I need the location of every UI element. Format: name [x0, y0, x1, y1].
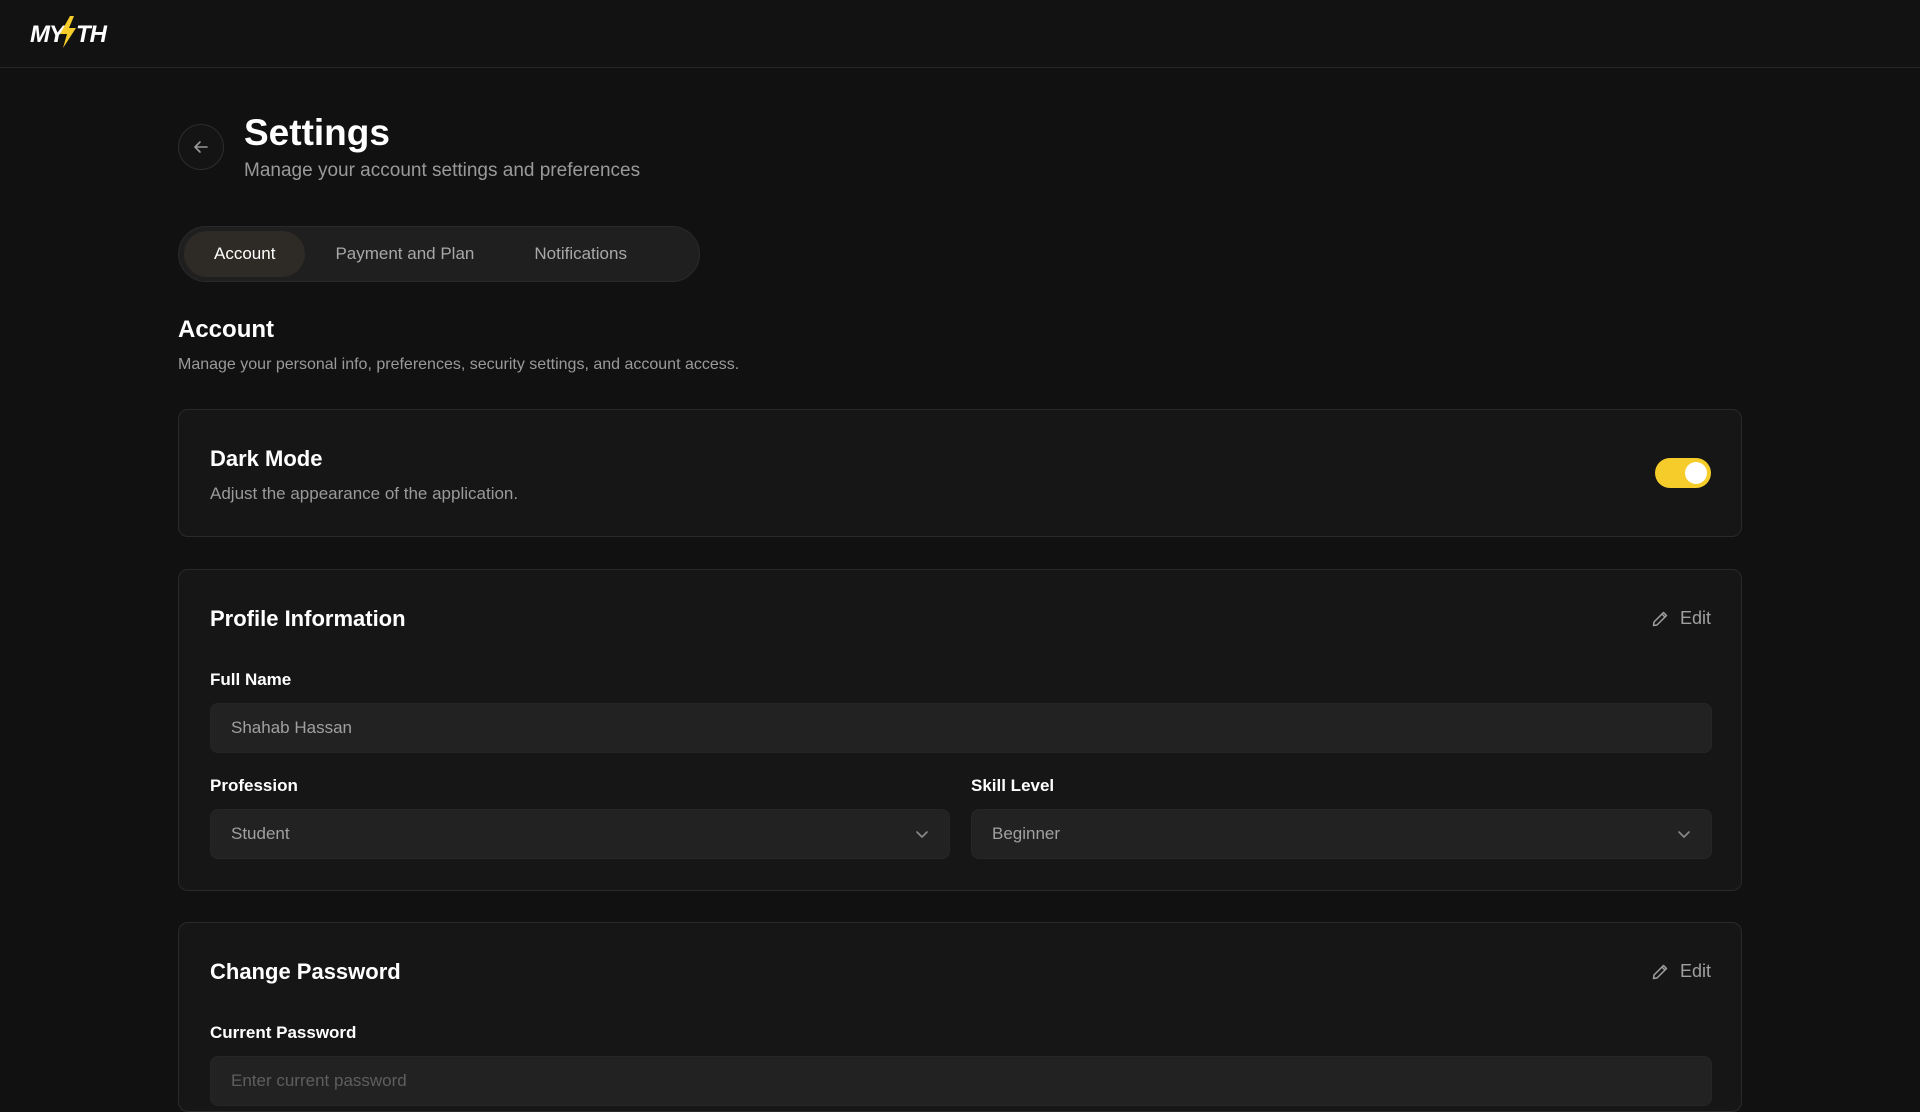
- myth-logo[interactable]: MY TH: [30, 14, 110, 50]
- change-password-title: Change Password: [210, 959, 401, 984]
- page-subtitle: Manage your account settings and prefere…: [244, 160, 641, 181]
- svg-text:TH: TH: [76, 21, 108, 48]
- svg-text:MY: MY: [30, 21, 67, 48]
- current-password-label: Current Password: [210, 1023, 357, 1042]
- pencil-icon: [1652, 964, 1668, 979]
- tab-account[interactable]: Account: [184, 231, 306, 277]
- chevron-down-icon: [916, 831, 928, 838]
- full-name-value: Shahab Hassan: [231, 718, 352, 737]
- skill-level-value: Beginner: [992, 824, 1061, 843]
- current-password-placeholder: Enter current password: [231, 1071, 407, 1090]
- current-password-field[interactable]: Enter current password: [210, 1056, 1712, 1106]
- top-bar: MY TH: [0, 0, 1920, 68]
- profession-select[interactable]: Student: [210, 809, 950, 859]
- profile-edit-label: Edit: [1679, 608, 1711, 628]
- dark-mode-card: Dark Mode Adjust the appearance of the a…: [178, 409, 1742, 537]
- back-button[interactable]: [178, 124, 224, 170]
- password-edit-label: Edit: [1679, 961, 1711, 981]
- profession-value: Student: [231, 824, 290, 843]
- chevron-down-icon: [1678, 831, 1690, 838]
- myth-logo-mark: MY TH: [30, 16, 109, 48]
- full-name-field[interactable]: Shahab Hassan: [210, 703, 1712, 753]
- password-edit-button[interactable]: Edit: [1650, 961, 1711, 982]
- settings-tabs: Account Payment and Plan Notifications: [178, 226, 700, 282]
- profession-label: Profession: [210, 776, 298, 795]
- page-title: Settings: [244, 112, 390, 153]
- profile-title: Profile Information: [210, 606, 406, 631]
- profile-edit-button[interactable]: Edit: [1650, 608, 1711, 629]
- dark-mode-description: Adjust the appearance of the application…: [210, 484, 519, 503]
- skill-level-select[interactable]: Beginner: [971, 809, 1712, 859]
- dark-mode-toggle[interactable]: [1655, 458, 1711, 488]
- dark-mode-title: Dark Mode: [210, 446, 323, 471]
- arrow-left-icon: [194, 141, 208, 153]
- tab-payment-and-plan[interactable]: Payment and Plan: [305, 231, 504, 277]
- full-name-label: Full Name: [210, 670, 292, 689]
- change-password-card: Change Password Edit Current Password En…: [178, 922, 1742, 1112]
- section-description: Manage your personal info, preferences, …: [178, 356, 740, 373]
- pencil-icon: [1652, 611, 1668, 626]
- profile-card: Profile Information Edit Full Name Shaha…: [178, 569, 1742, 891]
- tab-notifications[interactable]: Notifications: [504, 231, 657, 277]
- toggle-knob: [1685, 462, 1707, 484]
- section-title: Account: [178, 316, 274, 343]
- skill-level-label: Skill Level: [971, 776, 1055, 795]
